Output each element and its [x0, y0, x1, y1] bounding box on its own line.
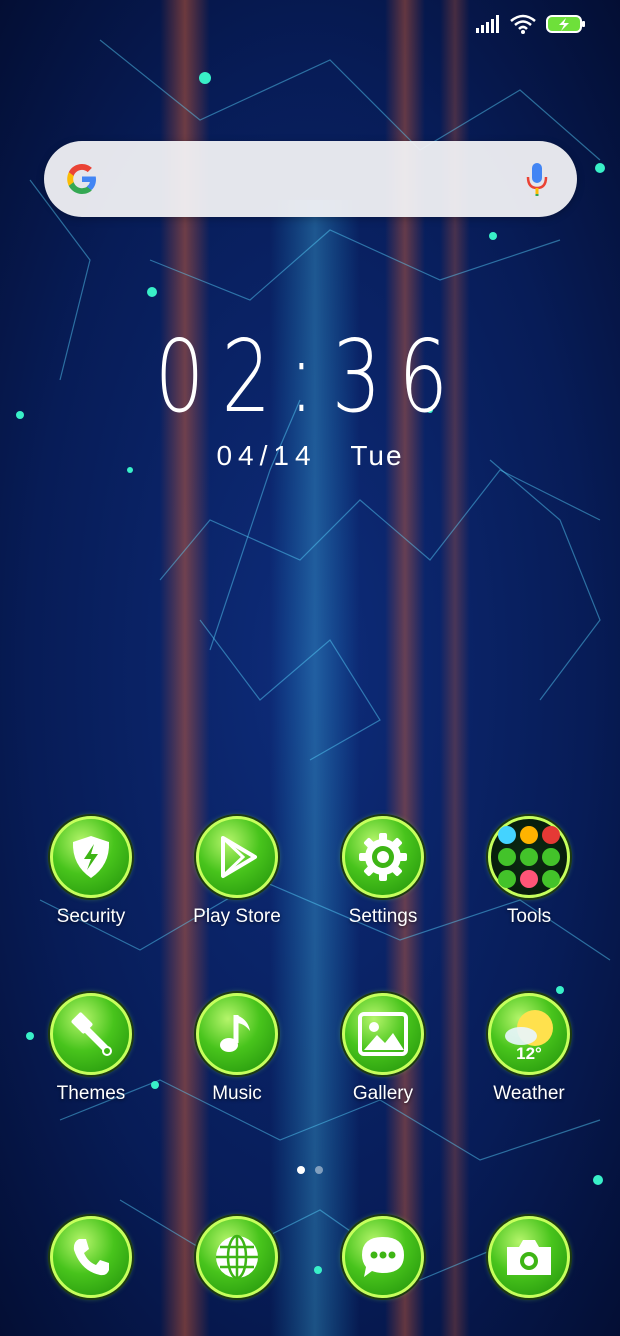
clock-time[interactable]: 02:36 — [68, 318, 552, 435]
app-settings[interactable]: Settings — [308, 816, 458, 928]
weather-sun-icon: 12° — [488, 993, 570, 1075]
weather-temp: 12° — [516, 1044, 542, 1063]
app-music[interactable]: Music — [162, 993, 312, 1105]
status-bar — [476, 14, 586, 34]
app-security[interactable]: Security — [16, 816, 166, 928]
chat-icon — [342, 1216, 424, 1298]
app-label: Gallery — [352, 1083, 414, 1104]
page-indicator — [0, 1161, 620, 1179]
phone-icon — [50, 1216, 132, 1298]
dock-camera[interactable] — [454, 1216, 604, 1298]
brush-icon — [50, 993, 132, 1075]
music-note-icon — [196, 993, 278, 1075]
app-label: Weather — [493, 1083, 565, 1104]
image-icon — [342, 993, 424, 1075]
play-icon — [196, 816, 278, 898]
wifi-icon — [510, 14, 536, 34]
app-play-store[interactable]: Play Store — [162, 816, 312, 928]
app-themes[interactable]: Themes — [16, 993, 166, 1105]
battery-charging-icon — [546, 15, 585, 33]
camera-icon — [488, 1216, 570, 1298]
mic-icon[interactable] — [525, 161, 549, 197]
google-search-bar[interactable] — [44, 141, 577, 217]
app-gallery[interactable]: Gallery — [308, 993, 458, 1105]
google-g-logo — [67, 164, 96, 194]
globe-icon — [196, 1216, 278, 1298]
weekday-text: Tue — [350, 440, 404, 471]
gear-icon — [342, 816, 424, 898]
date-text: 04/14 — [216, 440, 317, 471]
folder-icon — [488, 816, 570, 898]
app-label: Play Store — [193, 906, 281, 927]
app-label: Security — [56, 906, 126, 927]
app-tools-folder[interactable]: Tools — [454, 816, 604, 928]
dock-phone[interactable] — [16, 1216, 166, 1298]
page-dot[interactable] — [315, 1166, 323, 1174]
app-weather[interactable]: 12° Weather — [454, 993, 604, 1105]
clock-date: 04/14 Tue — [0, 440, 620, 472]
app-label: Themes — [56, 1083, 126, 1104]
dock-messages[interactable] — [308, 1216, 458, 1298]
app-label: Tools — [506, 906, 552, 927]
shield-icon — [50, 816, 132, 898]
app-label: Settings — [348, 906, 418, 927]
signal-icon — [476, 15, 499, 33]
app-label: Music — [212, 1083, 262, 1104]
dock-browser[interactable] — [162, 1216, 312, 1298]
page-dot-active[interactable] — [297, 1166, 305, 1174]
